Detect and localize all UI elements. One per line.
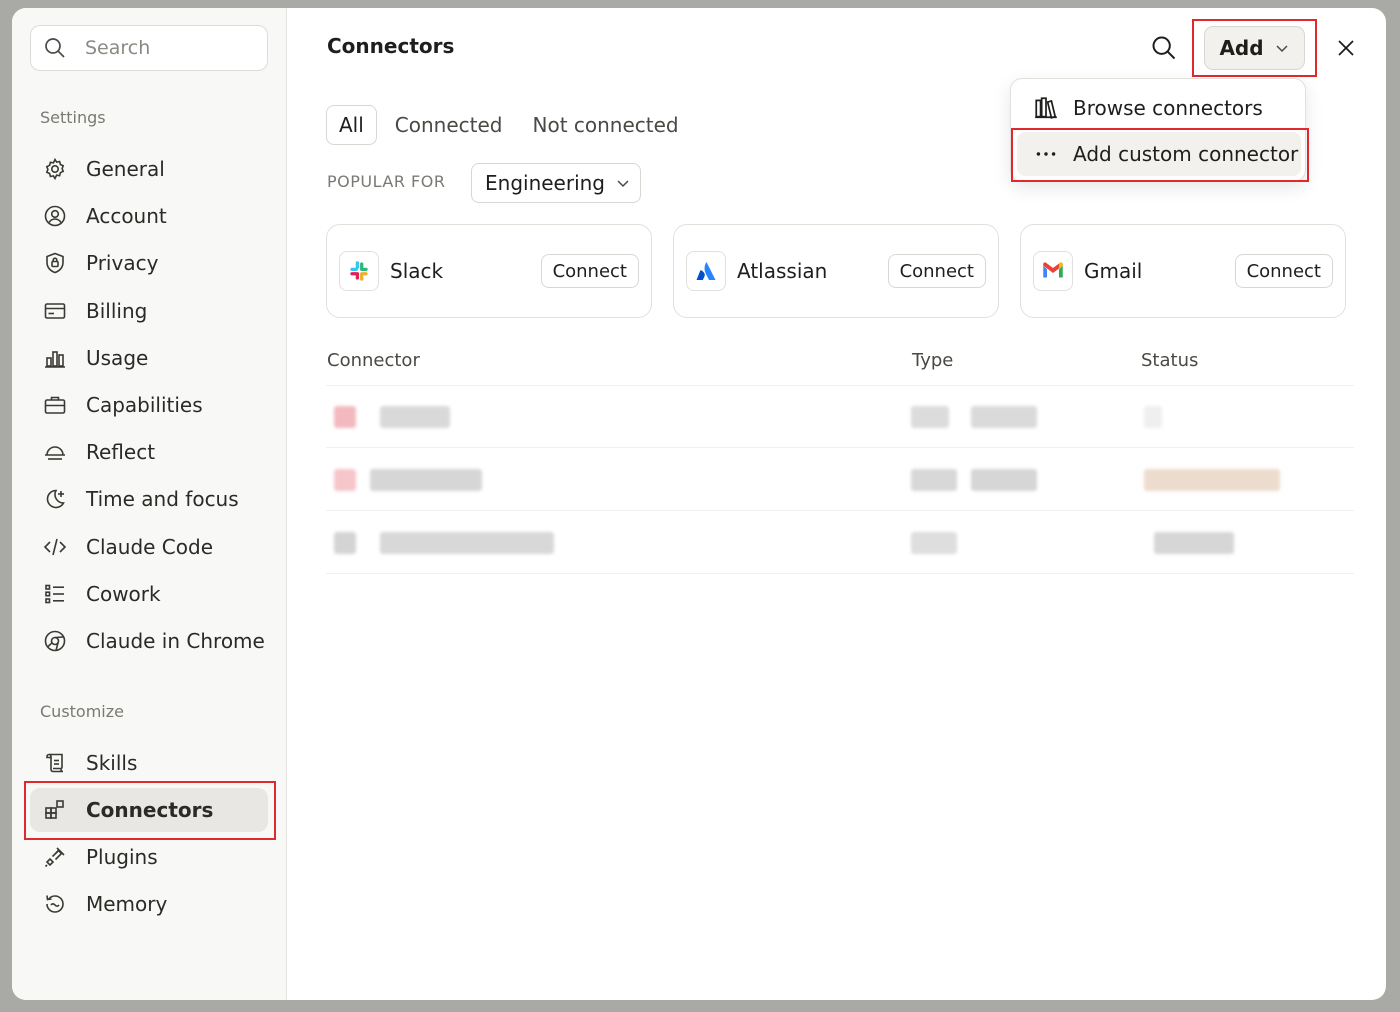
sidebar-item-time-and-focus[interactable]: Time and focus [30, 477, 268, 521]
popular-for-label: POPULAR FOR [327, 172, 446, 191]
connector-card-gmail: Gmail Connect [1020, 224, 1346, 318]
sidebar: Settings General Account Privacy Billing… [12, 8, 287, 1000]
search-icon[interactable] [1150, 34, 1178, 62]
briefcase-icon [42, 392, 68, 418]
connect-slack-button[interactable]: Connect [540, 254, 639, 288]
chevron-down-icon [1276, 45, 1288, 53]
connect-atlassian-button[interactable]: Connect [887, 254, 986, 288]
sidebar-item-label: Account [86, 204, 167, 228]
page-title: Connectors [327, 34, 455, 58]
connector-name: Atlassian [737, 259, 828, 283]
sidebar-item-label: Claude Code [86, 535, 214, 559]
sidebar-item-memory[interactable]: Memory [30, 882, 268, 926]
user-circle-icon [42, 203, 68, 229]
sidebar-item-plugins[interactable]: Plugins [30, 835, 268, 879]
sidebar-item-privacy[interactable]: Privacy [30, 241, 268, 285]
plug-icon [42, 844, 68, 870]
gmail-icon [1033, 251, 1073, 291]
list-icon [42, 581, 68, 607]
gear-icon [42, 156, 68, 182]
bar-chart-icon [42, 345, 68, 371]
add-button-label: Add [1219, 36, 1264, 60]
settings-section-label: Settings [40, 108, 106, 127]
sidebar-item-cowork[interactable]: Cowork [30, 572, 268, 616]
connector-name: Slack [390, 259, 444, 283]
add-dropdown-menu: Browse connectors Add custom connector [1010, 78, 1306, 182]
sidebar-item-skills[interactable]: Skills [30, 741, 268, 785]
credit-card-icon [42, 298, 68, 324]
sidebar-item-label: Skills [86, 751, 138, 775]
search-input[interactable] [85, 37, 245, 59]
shield-icon [42, 250, 68, 276]
moon-plus-icon [42, 486, 68, 512]
main-panel: Connectors Add All Connected Not connect… [288, 8, 1386, 1000]
sidebar-item-account[interactable]: Account [30, 194, 268, 238]
browse-connectors-menu-item[interactable]: Browse connectors [1017, 86, 1301, 130]
sidebar-item-reflect[interactable]: Reflect [30, 430, 268, 474]
table-row[interactable] [326, 386, 1354, 448]
popular-category-select[interactable]: Engineering [471, 163, 641, 203]
sidebar-item-label: Usage [86, 346, 149, 370]
sidebar-item-billing[interactable]: Billing [30, 289, 268, 333]
sidebar-item-label: Memory [86, 892, 168, 916]
sidebar-item-connectors[interactable]: Connectors [30, 788, 268, 832]
add-custom-connector-menu-item[interactable]: Add custom connector [1017, 132, 1301, 176]
popular-category-value: Engineering [485, 171, 605, 195]
globe-icon [42, 628, 68, 654]
history-icon [42, 891, 68, 917]
connector-card-slack: Slack Connect [326, 224, 652, 318]
customize-section-label: Customize [40, 702, 124, 721]
sidebar-item-usage[interactable]: Usage [30, 336, 268, 380]
sidebar-item-label: Billing [86, 299, 148, 323]
menu-item-label: Add custom connector [1073, 142, 1299, 166]
add-button[interactable]: Add [1204, 26, 1305, 70]
sidebar-item-label: Capabilities [86, 393, 203, 417]
grid-plus-icon [42, 797, 68, 823]
filter-tabs: All Connected Not connected [326, 105, 697, 145]
tab-connected[interactable]: Connected [383, 105, 515, 145]
connector-card-atlassian: Atlassian Connect [673, 224, 999, 318]
column-header-connector: Connector [327, 350, 420, 371]
column-header-status: Status [1141, 350, 1199, 371]
sidebar-item-label: Time and focus [86, 487, 239, 511]
connector-name: Gmail [1084, 259, 1143, 283]
column-header-type: Type [912, 350, 954, 371]
chevron-down-icon [617, 180, 629, 188]
connect-gmail-button[interactable]: Connect [1234, 254, 1333, 288]
sidebar-item-label: Claude in Chrome [86, 629, 265, 653]
tab-all[interactable]: All [326, 105, 377, 145]
menu-item-label: Browse connectors [1073, 96, 1263, 120]
sidebar-item-label: Privacy [86, 251, 159, 275]
tab-not-connected[interactable]: Not connected [521, 105, 691, 145]
sidebar-item-label: General [86, 157, 165, 181]
atlassian-icon [686, 251, 726, 291]
slack-icon [339, 251, 379, 291]
more-horizontal-icon [1036, 152, 1056, 156]
sidebar-item-label: Reflect [86, 440, 156, 464]
sidebar-item-claude-code[interactable]: Claude Code [30, 525, 268, 569]
sidebar-item-label: Connectors [86, 798, 214, 822]
close-icon[interactable] [1334, 36, 1358, 60]
library-icon [1035, 97, 1057, 119]
scroll-icon [42, 750, 68, 776]
table-row[interactable] [326, 512, 1354, 574]
settings-window: Settings General Account Privacy Billing… [12, 8, 1386, 1000]
sidebar-item-capabilities[interactable]: Capabilities [30, 383, 268, 427]
sidebar-item-claude-in-chrome[interactable]: Claude in Chrome [30, 619, 268, 663]
sidebar-item-label: Cowork [86, 582, 161, 606]
sidebar-item-label: Plugins [86, 845, 158, 869]
search-icon [45, 38, 65, 58]
table-row[interactable] [326, 449, 1354, 511]
sidebar-item-general[interactable]: General [30, 147, 268, 191]
sidebar-search[interactable] [30, 25, 268, 71]
code-icon [42, 534, 68, 560]
sunrise-icon [42, 439, 68, 465]
